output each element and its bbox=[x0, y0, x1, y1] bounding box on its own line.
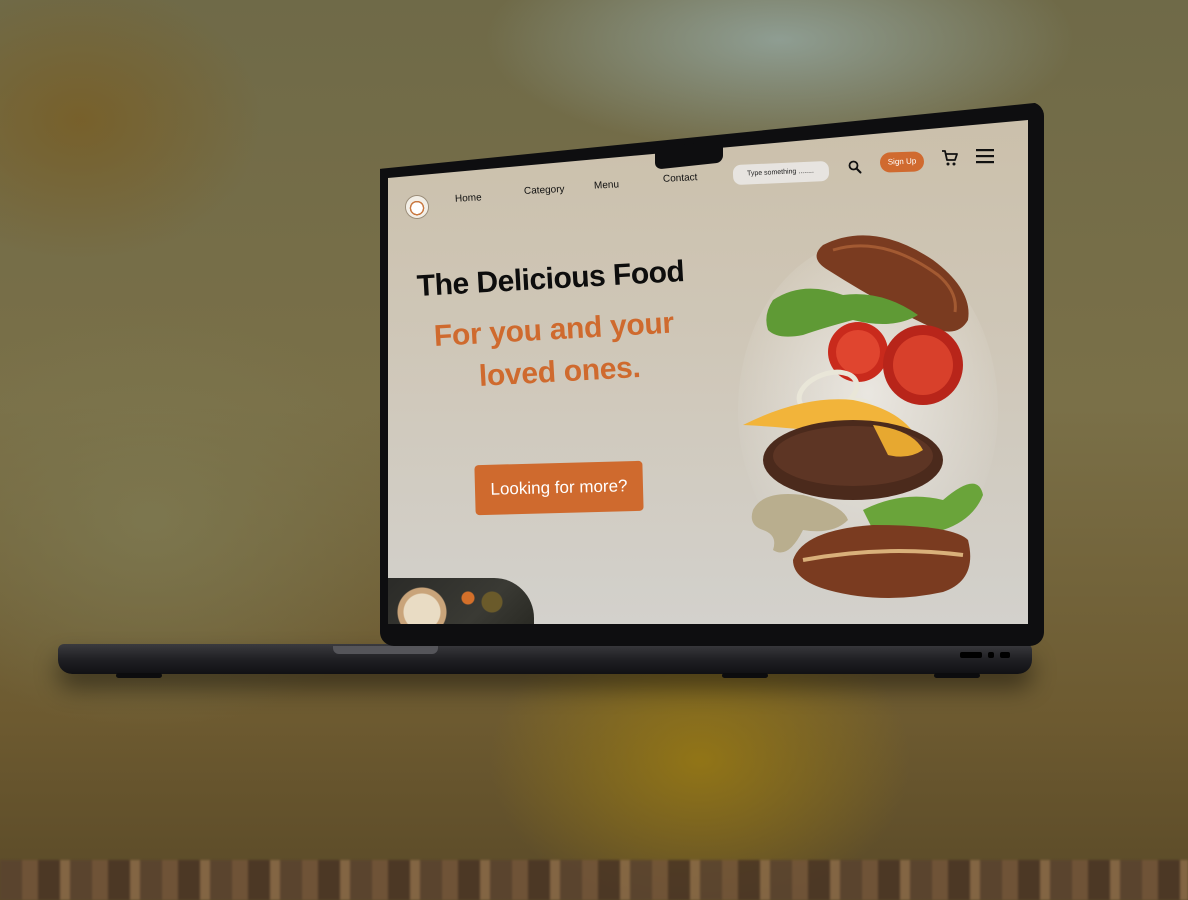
laptop-opening-notch bbox=[333, 646, 438, 654]
hero-title: The Delicious Food bbox=[416, 255, 686, 303]
nav-menu[interactable]: Menu bbox=[594, 179, 620, 191]
looking-for-more-button[interactable]: Looking for more? bbox=[474, 460, 644, 516]
laptop-foot bbox=[722, 673, 768, 678]
hero-subtitle-line2: loved ones. bbox=[478, 350, 642, 393]
flying-burger-image bbox=[738, 235, 998, 599]
nav-category[interactable]: Category bbox=[524, 184, 565, 197]
laptop-ports bbox=[960, 652, 1010, 658]
nav-home[interactable]: Home bbox=[455, 192, 482, 204]
hero-subtitle-line1: For you and your bbox=[433, 306, 675, 353]
hamburger-menu-icon[interactable] bbox=[974, 146, 996, 166]
search-icon[interactable] bbox=[846, 158, 864, 176]
dumplings-food-image bbox=[388, 578, 534, 624]
sign-up-button[interactable]: Sign Up bbox=[879, 151, 925, 173]
cart-icon[interactable] bbox=[940, 148, 960, 168]
laptop-foot bbox=[934, 673, 980, 678]
website-screen: Home Category Menu Contact Type somethin… bbox=[388, 120, 1028, 624]
nav-contact[interactable]: Contact bbox=[663, 172, 698, 185]
laptop-base bbox=[58, 644, 1032, 678]
wooden-table bbox=[0, 860, 1188, 900]
search-input[interactable]: Type something ........ bbox=[732, 160, 830, 186]
laptop-foot bbox=[116, 673, 162, 678]
site-logo[interactable] bbox=[406, 196, 428, 218]
